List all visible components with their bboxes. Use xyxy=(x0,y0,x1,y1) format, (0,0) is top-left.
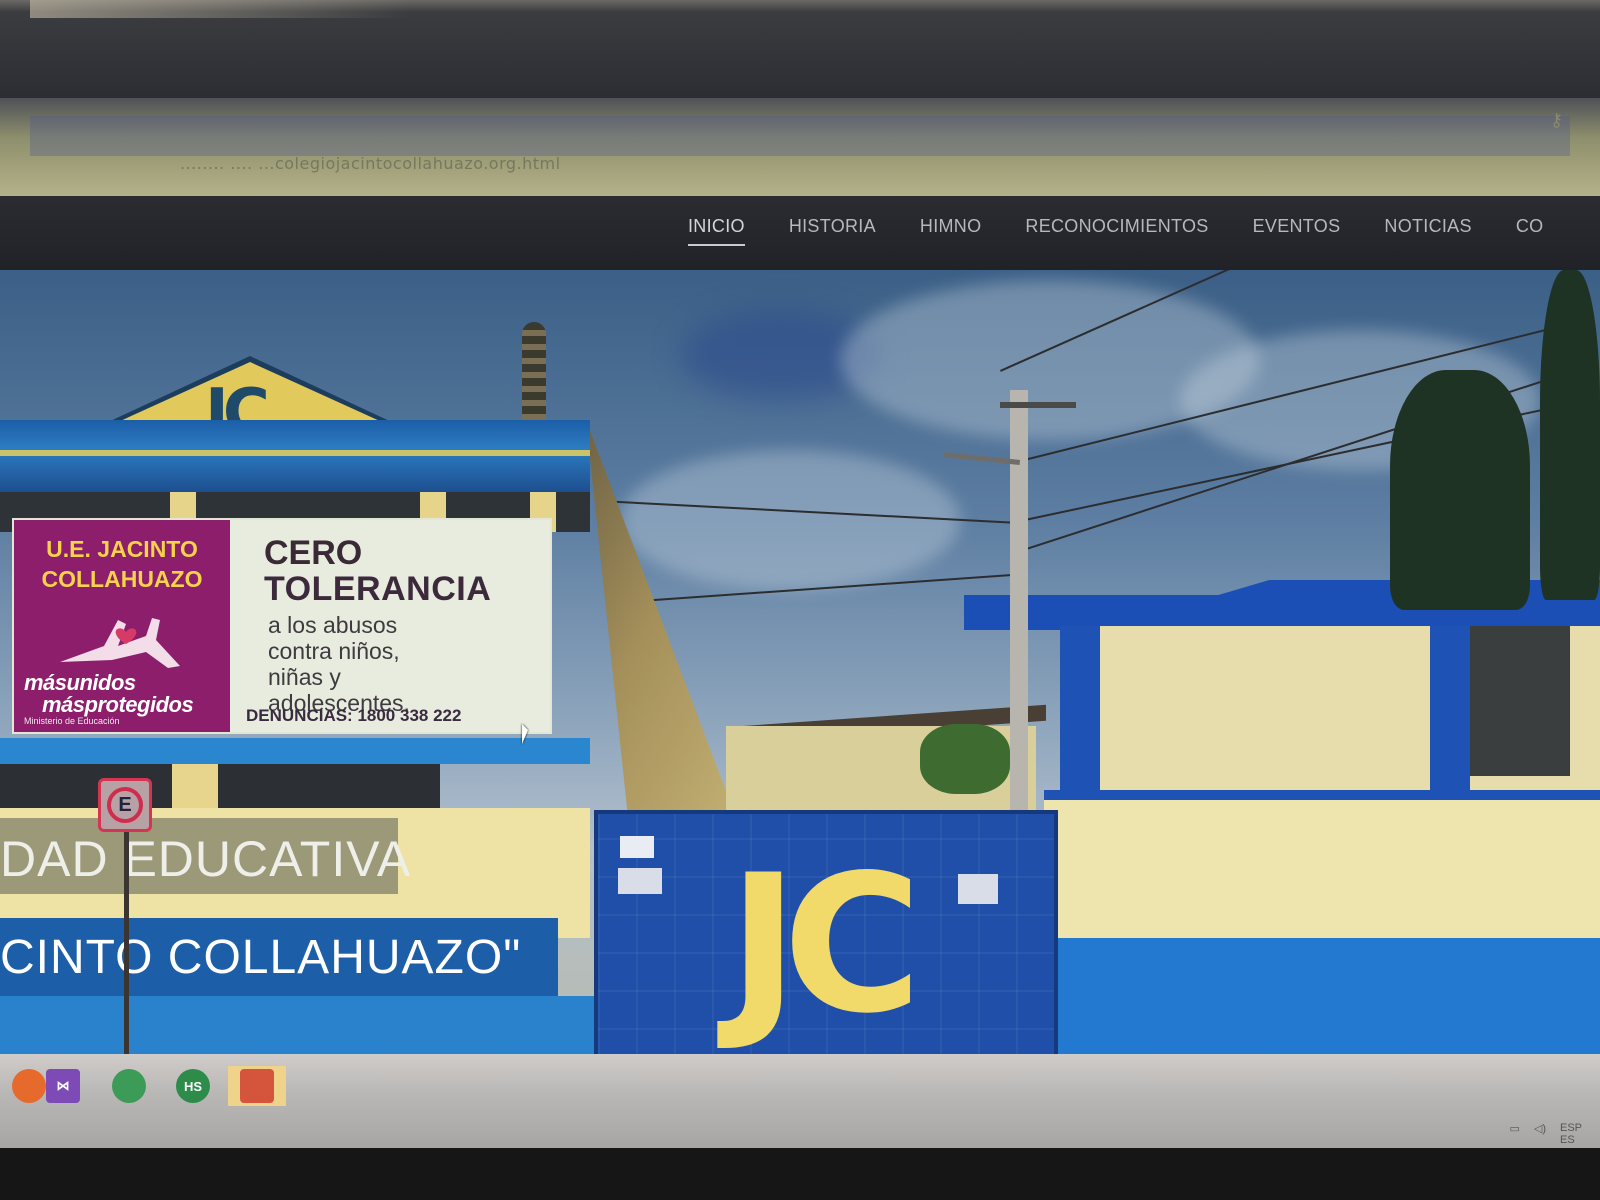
key-icon[interactable]: ⚷ xyxy=(1550,110,1574,130)
right-building-window xyxy=(1470,626,1570,776)
no-parking-glyph: E xyxy=(107,787,143,823)
gate-sticker xyxy=(620,836,654,858)
poster-purple-panel: U.E. JACINTO COLLAHUAZO másunidos máspro… xyxy=(14,520,230,732)
visual-studio-glyph: ⋈ xyxy=(46,1069,80,1103)
right-building-pillar xyxy=(1060,626,1100,816)
poster-headline: TOLERANCIA xyxy=(264,570,492,608)
volume-icon[interactable]: ◁) xyxy=(1534,1122,1546,1146)
security-shield-icon[interactable] xyxy=(228,1066,286,1106)
network-icon[interactable]: ▭ xyxy=(1509,1122,1519,1146)
no-parking-sign-icon: E xyxy=(98,778,152,832)
poster-body-line: a los abusos xyxy=(268,612,398,638)
sky-cloud xyxy=(620,450,960,590)
poster-body-line: niñas y xyxy=(268,664,341,690)
pole-crossbar xyxy=(1000,402,1076,408)
language-subcode: ES xyxy=(1559,1134,1575,1146)
street-lamp-arm xyxy=(943,452,1021,465)
language-indicator[interactable]: ESP ES xyxy=(1560,1122,1582,1146)
chrome-glyph xyxy=(112,1069,146,1103)
poster-slogan: másprotegidos xyxy=(42,692,194,717)
poster-body-line: contra niños, xyxy=(268,638,400,664)
gate-sticker xyxy=(618,868,662,894)
windows-taskbar: ⋈ HS ▭ ◁) ESP ES xyxy=(0,1054,1600,1150)
cypress-tree xyxy=(1540,270,1600,600)
visual-studio-icon[interactable]: ⋈ xyxy=(34,1066,92,1106)
cornice-stripe xyxy=(0,450,590,456)
roof-finial xyxy=(522,322,546,422)
right-lower-wall xyxy=(1044,800,1600,940)
address-bar[interactable] xyxy=(30,116,1570,156)
poster-ledge xyxy=(0,738,590,764)
poster-headline: CERO xyxy=(264,534,363,572)
gate-logo: JC xyxy=(728,834,922,1055)
monitor-bezel-top xyxy=(0,0,1600,100)
building-cornice xyxy=(0,420,590,492)
poster-school-line: U.E. JACINTO xyxy=(46,536,198,562)
hero-photo: JC U.E. JACINTO COLLAHUAZO másunidos más… xyxy=(0,270,1600,1100)
mouse-cursor-icon xyxy=(522,724,528,744)
gate-sticker xyxy=(958,874,998,904)
heart-hands-icon xyxy=(60,618,180,668)
hotspot-shield-glyph: HS xyxy=(176,1069,210,1103)
browser-toolbar: ........ .... ...colegiojacintocollahuaz… xyxy=(0,98,1600,198)
background-tree xyxy=(920,724,1010,794)
monitor-bezel-bottom xyxy=(0,1148,1600,1200)
campaign-poster: U.E. JACINTO COLLAHUAZO másunidos máspro… xyxy=(12,518,552,734)
poster-school-line: COLLAHUAZO xyxy=(41,566,203,592)
banner-title-line2: CINTO COLLAHUAZO" xyxy=(0,931,522,984)
window-column xyxy=(172,764,218,808)
security-shield-glyph xyxy=(240,1069,274,1103)
poster-body: a los abusos contra niños, niñas y adole… xyxy=(268,612,528,716)
cypress-tree xyxy=(1390,370,1530,610)
system-tray: ▭ ◁) ESP ES xyxy=(1509,1122,1582,1146)
right-building-pillar xyxy=(1430,626,1470,816)
poster-hotline: DENUNCIAS: 1800 338 222 xyxy=(246,706,462,725)
language-code: ESP xyxy=(1559,1122,1582,1134)
poster-school-name: U.E. JACINTO COLLAHUAZO xyxy=(28,534,216,594)
utility-pole xyxy=(1010,390,1028,820)
nav-item-inicio[interactable]: INICIO xyxy=(688,196,745,246)
ministry-label: Ministerio de Educación xyxy=(24,716,120,726)
url-text: ........ .... ...colegiojacintocollahuaz… xyxy=(180,154,561,173)
lower-windows xyxy=(0,764,440,808)
banner-title-line1: DAD EDUCATIVA xyxy=(0,831,412,887)
screen-glare xyxy=(30,0,410,18)
school-gate: JC xyxy=(594,810,1058,1072)
chrome-icon[interactable] xyxy=(100,1066,158,1106)
hotspot-shield-icon[interactable]: HS xyxy=(164,1066,222,1106)
